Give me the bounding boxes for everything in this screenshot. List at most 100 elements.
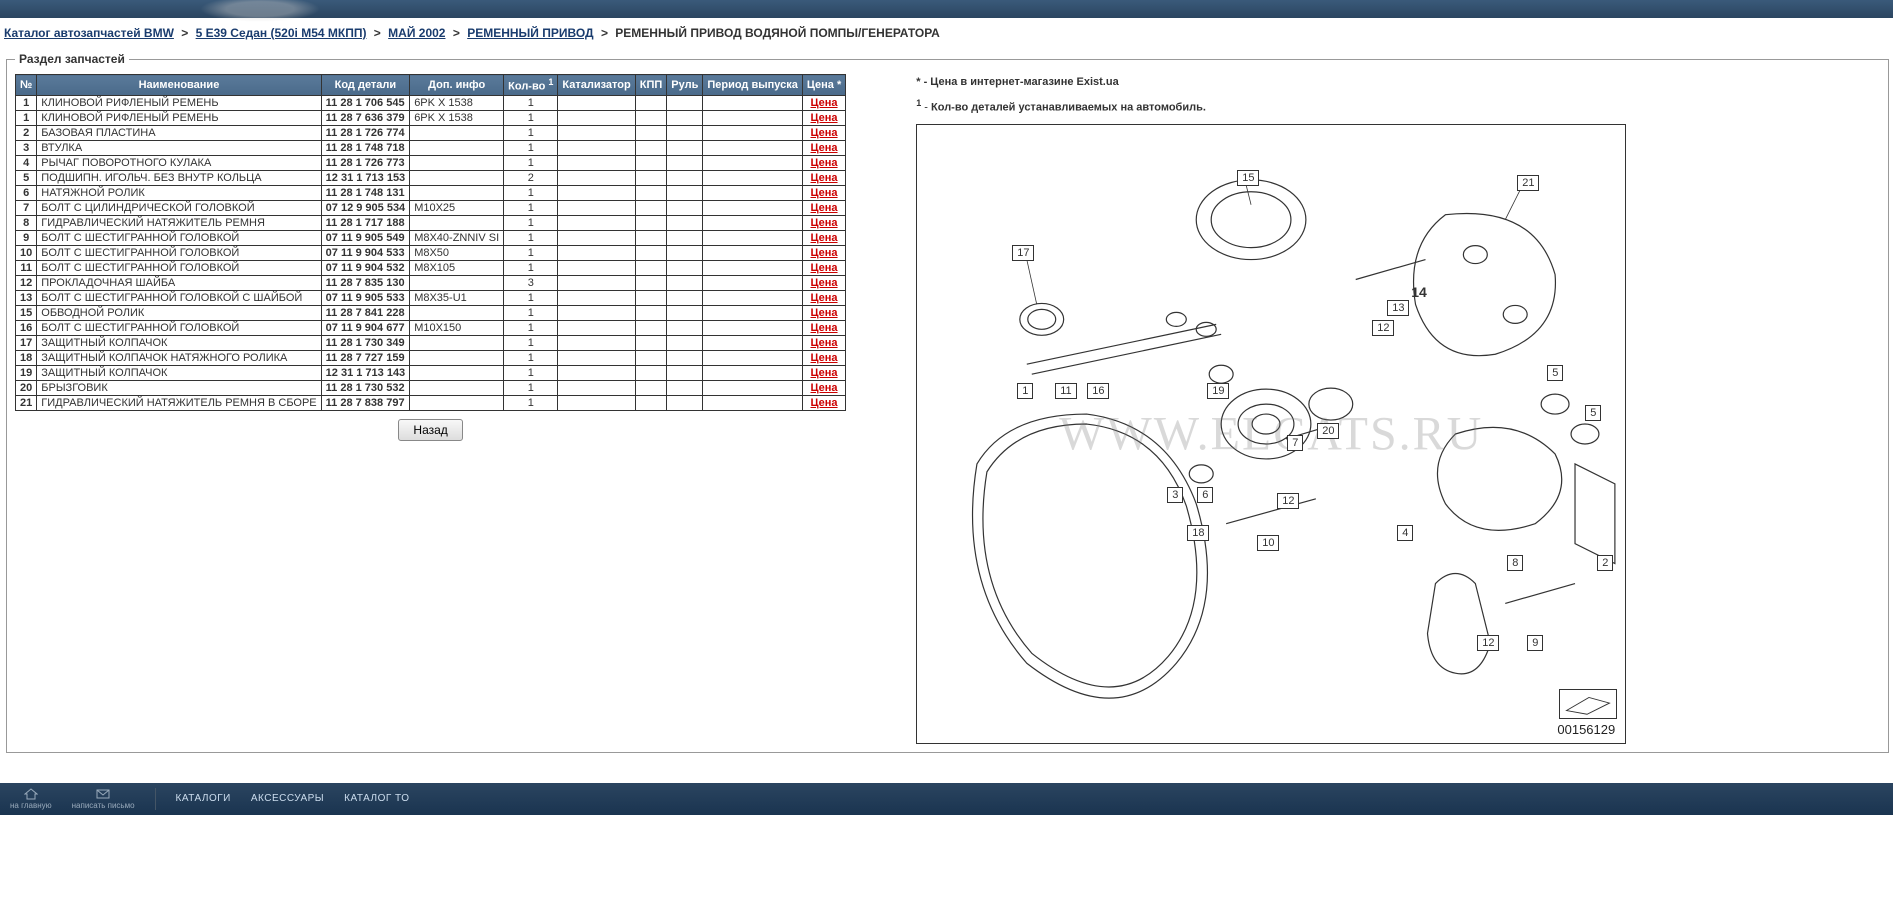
price-link[interactable]: Цена — [811, 322, 838, 334]
cell-period — [703, 170, 803, 185]
cell-gear — [635, 245, 667, 260]
footer-home-link[interactable]: на главную — [10, 788, 52, 810]
price-link[interactable]: Цена — [811, 97, 838, 109]
cell-gear — [635, 140, 667, 155]
table-row: 11БОЛТ С ШЕСТИГРАННОЙ ГОЛОВКОЙ07 11 9 90… — [16, 260, 846, 275]
price-link[interactable]: Цена — [811, 367, 838, 379]
cell-gear — [635, 305, 667, 320]
cell-info — [410, 350, 504, 365]
cell-cat — [558, 230, 635, 245]
price-link[interactable]: Цена — [811, 172, 838, 184]
price-link[interactable]: Цена — [811, 112, 838, 124]
cell-code: 11 28 1 726 773 — [321, 155, 410, 170]
cell-code: 11 28 1 706 545 — [321, 95, 410, 110]
cell-cat — [558, 260, 635, 275]
diagram-callout[interactable]: 8 — [1507, 555, 1523, 571]
diagram-callout[interactable]: 3 — [1167, 487, 1183, 503]
cell-cat — [558, 350, 635, 365]
diagram-callout[interactable]: 7 — [1287, 435, 1303, 451]
cell-gear — [635, 125, 667, 140]
col-price: Цена * — [802, 75, 845, 96]
cell-code: 11 28 7 727 159 — [321, 350, 410, 365]
cell-info — [410, 365, 504, 380]
price-link[interactable]: Цена — [811, 337, 838, 349]
price-link[interactable]: Цена — [811, 202, 838, 214]
diagram-callout[interactable]: 4 — [1397, 525, 1413, 541]
diagram-callout[interactable]: 17 — [1012, 245, 1034, 261]
cell-price: Цена — [802, 350, 845, 365]
cell-period — [703, 290, 803, 305]
diagram-callout[interactable]: 5 — [1585, 405, 1601, 421]
price-link[interactable]: Цена — [811, 142, 838, 154]
price-link[interactable]: Цена — [811, 217, 838, 229]
cell-cat — [558, 245, 635, 260]
diagram-callout[interactable]: 12 — [1277, 493, 1299, 509]
cell-gear — [635, 215, 667, 230]
cell-code: 11 28 1 717 188 — [321, 215, 410, 230]
price-link[interactable]: Цена — [811, 307, 838, 319]
table-row: 13БОЛТ С ШЕСТИГРАННОЙ ГОЛОВКОЙ С ШАЙБОЙ0… — [16, 290, 846, 305]
diagram-callout[interactable]: 5 — [1547, 365, 1563, 381]
price-link[interactable]: Цена — [811, 397, 838, 409]
cell-name: БРЫЗГОВИК — [37, 380, 321, 395]
price-link[interactable]: Цена — [811, 382, 838, 394]
diagram-callout[interactable]: 1 — [1017, 383, 1033, 399]
diagram-callout[interactable]: 21 — [1517, 175, 1539, 191]
parts-diagram[interactable]: WWW.ELCATS.RU 15172113121111619720553612… — [916, 124, 1626, 744]
price-link[interactable]: Цена — [811, 292, 838, 304]
diagram-callout[interactable]: 11 — [1055, 383, 1076, 399]
cell-price: Цена — [802, 215, 845, 230]
cell-steer — [667, 380, 703, 395]
table-row: 8ГИДРАВЛИЧЕСКИЙ НАТЯЖИТЕЛЬ РЕМНЯ11 28 1 … — [16, 215, 846, 230]
cell-code: 11 28 1 748 131 — [321, 185, 410, 200]
cell-name: ВТУЛКА — [37, 140, 321, 155]
cell-period — [703, 275, 803, 290]
table-row: 5ПОДШИПН. ИГОЛЬЧ. БЕЗ ВНУТР КОЛЬЦА12 31 … — [16, 170, 846, 185]
footer-menu-catalog-to[interactable]: КАТАЛОГ ТО — [344, 793, 409, 804]
diagram-callout[interactable]: 9 — [1527, 635, 1543, 651]
diagram-callout[interactable]: 15 — [1237, 170, 1259, 186]
table-row: 20БРЫЗГОВИК11 28 1 730 5321Цена — [16, 380, 846, 395]
price-link[interactable]: Цена — [811, 127, 838, 139]
diagram-callout[interactable]: 12 — [1477, 635, 1499, 651]
cell-steer — [667, 95, 703, 110]
diagram-callout[interactable]: 16 — [1087, 383, 1109, 399]
diagram-callout[interactable]: 2 — [1597, 555, 1613, 571]
cell-steer — [667, 155, 703, 170]
cell-num: 19 — [16, 365, 37, 380]
price-link[interactable]: Цена — [811, 157, 838, 169]
diagram-callout[interactable]: 13 — [1387, 300, 1409, 316]
footer-menu-catalogs[interactable]: КАТАЛОГИ — [176, 793, 231, 804]
breadcrumb-link-model[interactable]: 5 E39 Седан (520i M54 МКПП) — [196, 26, 367, 40]
footer-mail-link[interactable]: написать письмо — [72, 788, 135, 810]
cell-steer — [667, 200, 703, 215]
diagram-callout[interactable]: 19 — [1207, 383, 1229, 399]
diagram-callout[interactable]: 18 — [1187, 525, 1209, 541]
footer-menu-accessories[interactable]: АКСЕССУАРЫ — [251, 793, 324, 804]
breadcrumb-link-catalog[interactable]: Каталог автозапчастей BMW — [4, 26, 174, 40]
cell-cat — [558, 110, 635, 125]
price-link[interactable]: Цена — [811, 262, 838, 274]
price-link[interactable]: Цена — [811, 187, 838, 199]
cell-period — [703, 380, 803, 395]
cell-steer — [667, 170, 703, 185]
diagram-callout[interactable]: 6 — [1197, 487, 1213, 503]
price-link[interactable]: Цена — [811, 277, 838, 289]
cell-code: 11 28 7 835 130 — [321, 275, 410, 290]
cell-code: 07 11 9 904 677 — [321, 320, 410, 335]
col-qty: Кол-во 1 — [504, 75, 558, 96]
breadcrumb-link-date[interactable]: МАЙ 2002 — [388, 26, 445, 40]
price-link[interactable]: Цена — [811, 352, 838, 364]
cell-price: Цена — [802, 185, 845, 200]
col-code: Код детали — [321, 75, 410, 96]
price-link[interactable]: Цена — [811, 247, 838, 259]
back-button[interactable]: Назад — [398, 419, 462, 441]
diagram-callout[interactable]: 10 — [1257, 535, 1279, 551]
table-row: 2БАЗОВАЯ ПЛАСТИНА11 28 1 726 7741Цена — [16, 125, 846, 140]
price-link[interactable]: Цена — [811, 232, 838, 244]
diagram-callout[interactable]: 20 — [1317, 423, 1339, 439]
diagram-callout[interactable]: 12 — [1372, 320, 1394, 336]
breadcrumb-link-group[interactable]: РЕМЕННЫЙ ПРИВОД — [467, 26, 593, 40]
cell-info: 6PK X 1538 — [410, 110, 504, 125]
cell-num: 10 — [16, 245, 37, 260]
